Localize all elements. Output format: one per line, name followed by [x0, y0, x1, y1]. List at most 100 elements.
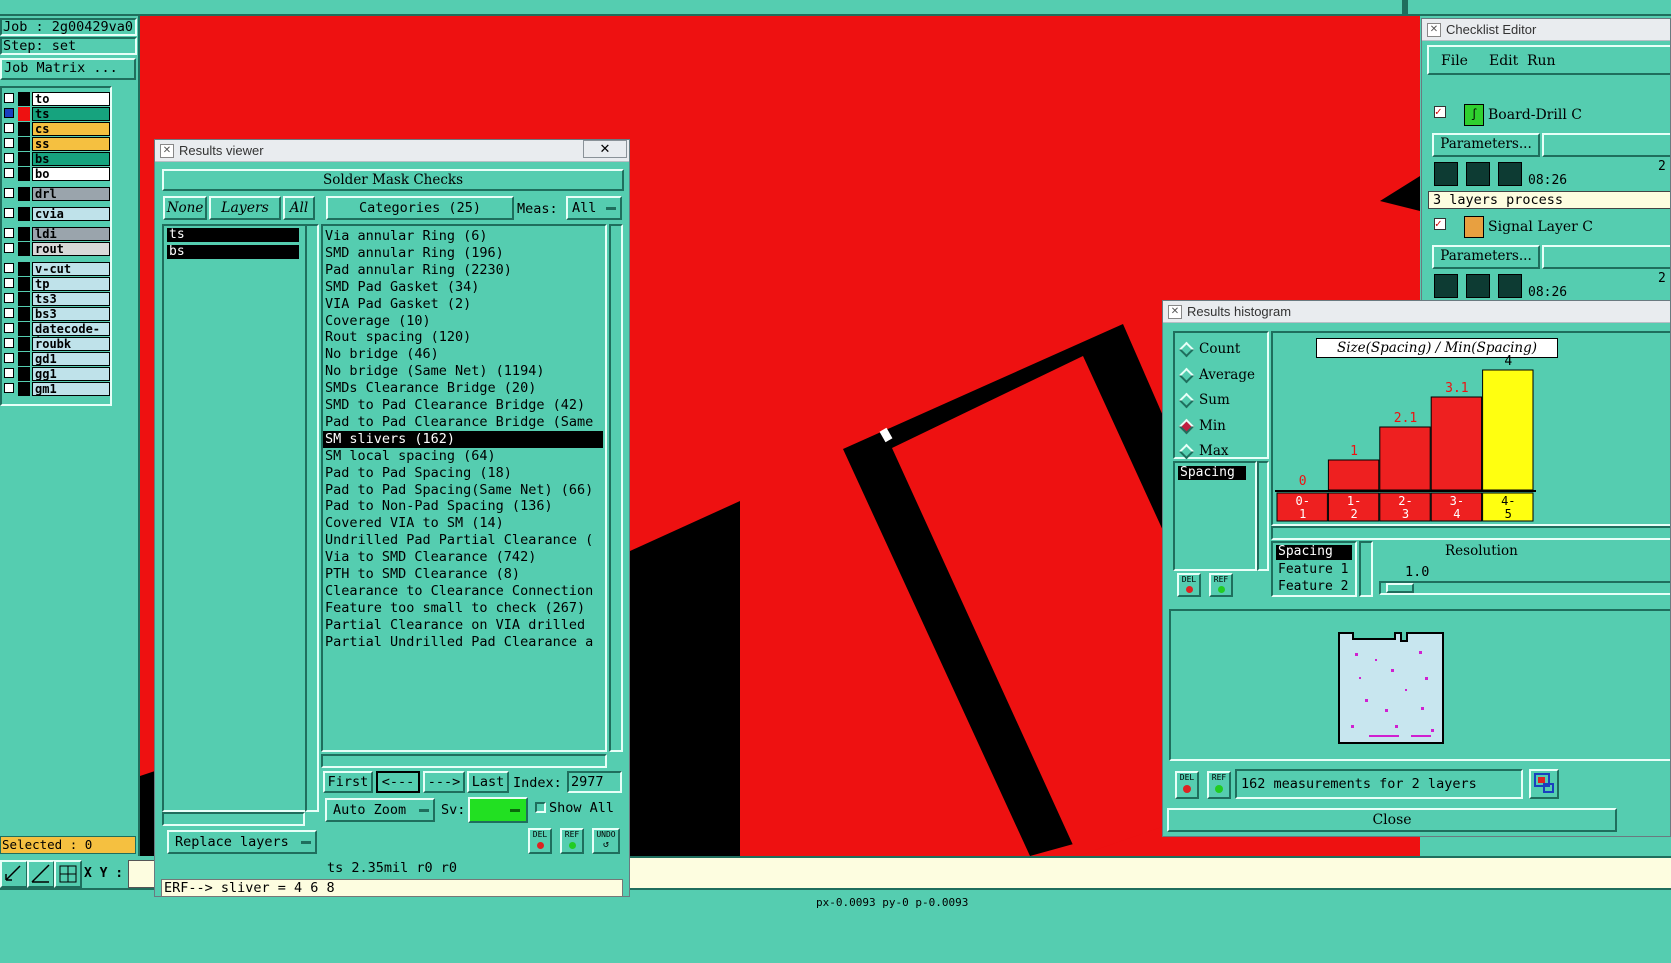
layer-item[interactable]: gm1	[32, 382, 110, 396]
xy-input[interactable]	[128, 860, 156, 888]
layer-checkbox[interactable]	[4, 353, 14, 363]
replace-layers-dropdown[interactable]: Replace layers	[167, 830, 317, 854]
category-item[interactable]: Partial Undrilled Pad Clearance a	[323, 634, 603, 651]
menu-edit[interactable]: Edit	[1489, 53, 1518, 69]
category-list-hscroll[interactable]	[321, 754, 607, 768]
run-icon[interactable]	[1466, 274, 1490, 298]
measure-item[interactable]: Feature 2	[1276, 579, 1348, 594]
index-input[interactable]	[567, 771, 622, 793]
layer-checkbox[interactable]	[4, 368, 14, 378]
layer-results-list[interactable]: ts bs	[162, 224, 312, 812]
layer-checkbox[interactable]	[4, 243, 14, 253]
run-icon[interactable]	[1498, 162, 1522, 186]
prev-button[interactable]: <---	[376, 771, 420, 793]
meas-dropdown[interactable]: All	[566, 196, 622, 220]
menu-file[interactable]: File	[1441, 53, 1468, 69]
layer-item[interactable]: datecode-to	[32, 322, 110, 347]
category-list[interactable]: Via annular Ring (6) SMD annular Ring (19…	[321, 224, 607, 752]
layer-checkbox[interactable]	[4, 263, 14, 273]
mode-label[interactable]: Count	[1199, 341, 1240, 357]
measure-list[interactable]: Spacing	[1173, 461, 1257, 571]
layer-item[interactable]: v-cut	[32, 262, 110, 276]
measure-tool-icon[interactable]	[27, 860, 55, 888]
select-tool-icon[interactable]	[0, 860, 28, 888]
last-button[interactable]: Last	[467, 771, 509, 793]
parameters-button[interactable]: Parameters...	[1432, 245, 1540, 269]
categories-button[interactable]: Categories (25)	[326, 196, 514, 220]
job-matrix-button[interactable]: Job Matrix ...	[0, 58, 136, 80]
zoom-preview-icon[interactable]	[1529, 769, 1559, 799]
layer-checkbox[interactable]	[4, 168, 14, 178]
run-icon[interactable]	[1434, 162, 1458, 186]
layer-checkbox[interactable]	[4, 208, 14, 218]
layer-checkbox[interactable]	[4, 228, 14, 238]
layer-checkbox[interactable]	[4, 278, 14, 288]
mode-radio-icon[interactable]	[1178, 392, 1195, 409]
measure-items-list[interactable]: Spacing Feature 1 Feature 2	[1271, 541, 1357, 597]
mode-label[interactable]: Average	[1199, 367, 1255, 383]
layer-checkbox[interactable]	[4, 308, 14, 318]
measure-item[interactable]: Feature 1	[1276, 562, 1348, 577]
layer-item[interactable]: ts3	[32, 292, 110, 306]
layer-checkbox[interactable]	[4, 338, 14, 348]
mode-radio-icon[interactable]	[1178, 341, 1195, 358]
category-item[interactable]: VIA Pad Gasket (2)	[323, 296, 603, 313]
mode-label[interactable]: Min	[1199, 418, 1226, 434]
resolution-slider[interactable]	[1379, 581, 1670, 595]
layer-checkbox[interactable]	[4, 383, 14, 393]
command-strip[interactable]	[626, 856, 1671, 888]
category-item[interactable]: No bridge (Same Net) (1194)	[323, 363, 603, 380]
category-item[interactable]: Clearance to Clearance Connection	[323, 583, 603, 600]
board-preview[interactable]	[1169, 609, 1670, 761]
mode-radio-icon[interactable]	[1178, 367, 1195, 383]
category-item[interactable]: SM local spacing (64)	[323, 448, 603, 465]
blank-button[interactable]	[1542, 245, 1670, 269]
layers-button[interactable]: Layers	[209, 196, 281, 220]
ref-button[interactable]: REF	[560, 828, 584, 854]
run-icon[interactable]	[1498, 274, 1522, 298]
layer-result-item[interactable]: bs	[167, 245, 299, 259]
layer-item[interactable]: bs3	[32, 307, 110, 321]
sv-color-dropdown[interactable]	[468, 797, 528, 823]
layer-checkbox[interactable]	[4, 293, 14, 303]
category-item[interactable]: Via annular Ring (6)	[323, 228, 603, 245]
category-item[interactable]: SMDs Clearance Bridge (20)	[323, 380, 603, 397]
category-item[interactable]: Covered VIA to SM (14)	[323, 515, 603, 532]
next-button[interactable]: --->	[423, 771, 465, 793]
layer-result-item[interactable]: ts	[167, 228, 299, 242]
category-item[interactable]: Via to SMD Clearance (742)	[323, 549, 603, 566]
none-button[interactable]: None	[163, 196, 207, 220]
mode-label[interactable]: Max	[1199, 443, 1229, 459]
auto-zoom-dropdown[interactable]: Auto Zoom	[325, 798, 435, 822]
layer-item[interactable]: roubk	[32, 337, 110, 351]
mode-radio-icon[interactable]	[1178, 418, 1195, 434]
measure-list-item[interactable]: Spacing	[1178, 466, 1246, 480]
layer-checkbox[interactable]	[4, 138, 14, 148]
mode-radio-icon[interactable]	[1178, 443, 1195, 460]
histogram-bar[interactable]	[1430, 396, 1483, 491]
category-item[interactable]: Feature too small to check (267)	[323, 600, 603, 617]
layer-item[interactable]: rout	[32, 242, 110, 256]
category-item[interactable]: No bridge (46)	[323, 346, 603, 363]
menu-run[interactable]: Run	[1527, 53, 1556, 69]
histogram-hscroll[interactable]	[1271, 526, 1670, 540]
layer-item[interactable]: ldi	[32, 227, 110, 241]
layer-checkbox[interactable]	[4, 123, 14, 133]
ref-button[interactable]: REF	[1209, 573, 1233, 597]
ref-button[interactable]: REF	[1207, 771, 1231, 799]
layer-checkbox[interactable]	[4, 188, 14, 198]
category-item[interactable]: Pad annular Ring (2230)	[323, 262, 603, 279]
layer-checkbox[interactable]	[4, 323, 14, 333]
run-icon[interactable]	[1466, 162, 1490, 186]
histogram-bar[interactable]	[1482, 369, 1534, 491]
category-item[interactable]: SMD to Pad Clearance Bridge (42)	[323, 397, 603, 414]
del-button[interactable]: DEL	[1177, 573, 1201, 597]
histogram-bar[interactable]	[1379, 426, 1431, 491]
layer-item[interactable]: bo	[32, 167, 110, 181]
layer-item[interactable]: ss	[32, 137, 110, 151]
category-item[interactable]: Pad to Pad Spacing (18)	[323, 465, 603, 482]
layer-item[interactable]: drl	[32, 187, 110, 201]
del-button[interactable]: DEL	[1175, 771, 1199, 799]
layer-list-vscroll[interactable]	[305, 224, 319, 812]
layer-checkbox[interactable]	[4, 153, 14, 163]
